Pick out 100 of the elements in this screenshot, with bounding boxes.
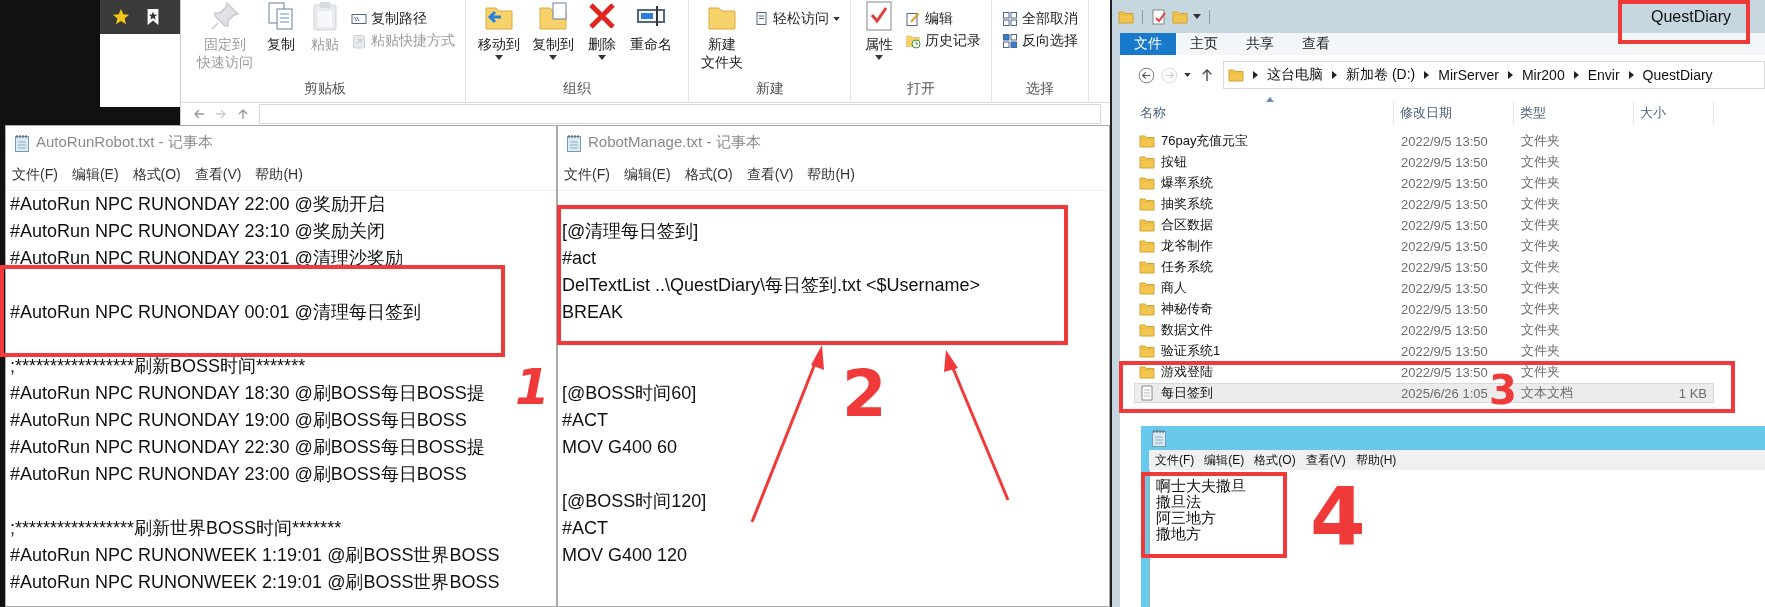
ribbon-tab[interactable]: 查看 <box>1288 33 1344 55</box>
document-icon[interactable] <box>1151 8 1167 25</box>
ribbon-button[interactable]: 反向选择 <box>1000 32 1080 50</box>
ribbon-button[interactable]: 编辑 <box>903 10 983 28</box>
ribbon-button[interactable]: 属性 <box>859 0 899 60</box>
file-row[interactable]: 按钮 2022/9/5 13:50 文件夹 <box>1134 152 1714 172</box>
text-line: #AutoRun NPC RUNONDAY 19:00 @刷BOSS每日BOSS <box>10 409 467 432</box>
ribbon-button[interactable]: 删除 <box>582 0 622 60</box>
breadcrumb-item[interactable]: 新加卷 (D:) <box>1346 66 1416 84</box>
menu-item[interactable]: 文件(F) <box>564 165 610 184</box>
file-name: 神秘传奇 <box>1161 300 1213 318</box>
chevron-icon[interactable] <box>1573 71 1579 79</box>
file-row[interactable]: 验证系统1 2022/9/5 13:50 文件夹 <box>1134 341 1714 361</box>
file-name: 龙爷制作 <box>1161 237 1213 255</box>
caret-icon <box>1193 14 1201 19</box>
menu-item[interactable]: 查看(V) <box>194 165 242 184</box>
ribbon-button[interactable]: 轻松访问 <box>751 10 842 28</box>
file-row[interactable]: 数据文件 2022/9/5 13:50 文件夹 <box>1134 320 1714 340</box>
pushpin-icon <box>209 0 241 32</box>
menu-item[interactable]: 帮助(H) <box>807 165 855 184</box>
breadcrumb-item[interactable]: 这台电脑 <box>1267 66 1323 84</box>
text-line: #AutoRun NPC RUNONDAY 23:10 @奖励关闭 <box>10 220 385 243</box>
modified-date: 2022/9/5 13:50 <box>1400 217 1489 233</box>
file-row[interactable]: 抽奖系统 2022/9/5 13:50 文件夹 <box>1134 194 1714 214</box>
folder-icon <box>1139 259 1155 275</box>
text-line: #AutoRun NPC RUNONDAY 22:00 @奖励开启 <box>10 193 385 216</box>
file-type: 文件夹 <box>1520 216 1561 234</box>
ribbon-button[interactable]: 复制到 <box>528 0 578 60</box>
document-icon <box>753 11 769 27</box>
text-line: [@BOSS时间120] <box>562 490 707 513</box>
column-header[interactable]: 大小 <box>1634 101 1714 125</box>
file-row[interactable]: 76pay充值元宝 2022/9/5 13:50 文件夹 <box>1134 131 1714 151</box>
ribbon-button[interactable]: 重命名 <box>626 0 676 53</box>
ribbon-button[interactable]: 新建 文件夹 <box>697 0 747 71</box>
ribbon-tab[interactable]: 共享 <box>1232 33 1288 55</box>
caret-icon <box>875 55 883 60</box>
ribbon-tab[interactable]: 主页 <box>1176 33 1232 55</box>
folder-icon <box>1228 67 1244 83</box>
grid-icon <box>1002 11 1018 27</box>
file-type: 文件夹 <box>1520 258 1561 276</box>
notepad-icon <box>1151 429 1167 447</box>
folder-icon <box>1139 343 1155 359</box>
breadcrumb-item[interactable]: MirServer <box>1438 67 1499 83</box>
address-bar[interactable]: 这台电脑 新加卷 (D:) MirServer Mir200 Envir QuestDiary <box>1223 61 1765 89</box>
ribbon-button[interactable]: 移动到 <box>474 0 524 60</box>
text-line: [@BOSS时间60] <box>562 382 697 405</box>
folder-icon <box>1139 154 1155 170</box>
folder-icon <box>1118 8 1134 25</box>
menu-item[interactable]: 格式(O) <box>1254 451 1296 469</box>
annotation-number: 1 <box>515 362 550 412</box>
folder-icon <box>1139 301 1155 317</box>
file-row[interactable]: 神秘传奇 2022/9/5 13:50 文件夹 <box>1134 299 1714 319</box>
menu-item[interactable]: 查看(V) <box>746 165 794 184</box>
column-header[interactable]: 修改日期 <box>1394 101 1514 125</box>
ribbon-button[interactable]: 复制 <box>261 0 301 53</box>
ribbon-group-label: 组织 <box>562 80 592 98</box>
file-row[interactable]: 龙爷制作 2022/9/5 13:50 文件夹 <box>1134 236 1714 256</box>
annotation-number: 2 <box>842 362 887 426</box>
chevron-icon[interactable] <box>1507 71 1513 79</box>
menu-item[interactable]: 文件(F) <box>12 165 58 184</box>
file-row[interactable]: 任务系统 2022/9/5 13:50 文件夹 <box>1134 257 1714 277</box>
chevron-icon[interactable] <box>1253 71 1258 79</box>
menu-item[interactable]: 编辑(E) <box>1204 451 1245 469</box>
ribbon-button[interactable]: 全部取消 <box>1000 10 1080 28</box>
ribbon-button[interactable]: 历史记录 <box>903 32 983 50</box>
file-row[interactable]: 爆率系统 2022/9/5 13:50 文件夹 <box>1134 173 1714 193</box>
column-header[interactable]: 类型 <box>1514 101 1634 125</box>
text-line: #act <box>562 247 597 270</box>
menu-item[interactable]: 编辑(E) <box>71 165 119 184</box>
chevron-icon[interactable] <box>1332 71 1337 79</box>
notepad-icon <box>14 133 30 152</box>
breadcrumb-item[interactable]: Mir200 <box>1521 67 1565 83</box>
annotation-number: 4 <box>1310 478 1366 558</box>
text-line: ;*****************刷新世界BOSS时间******* <box>10 517 342 540</box>
menu-item[interactable]: 文件(F) <box>1155 451 1195 469</box>
ribbon-group-label: 选择 <box>1025 80 1055 98</box>
ribbon-button[interactable]: 复制路径 <box>349 10 457 28</box>
menu-item[interactable]: 格式(O) <box>684 165 733 184</box>
modified-date: 2022/9/5 13:50 <box>1400 133 1489 149</box>
grid-icon <box>1002 33 1018 49</box>
menu-item[interactable]: 编辑(E) <box>623 165 671 184</box>
caret-icon <box>495 55 503 60</box>
menu-item[interactable]: 帮助(H) <box>1355 451 1397 469</box>
file-menu-tab[interactable]: 文件 <box>1120 33 1176 55</box>
star-icon[interactable] <box>112 8 130 26</box>
file-name: 数据文件 <box>1161 321 1213 339</box>
breadcrumb-item[interactable]: QuestDiary <box>1642 67 1713 83</box>
up-arrow-icon[interactable] <box>1201 68 1213 82</box>
file-name: 每日签到 <box>1161 384 1213 402</box>
chevron-icon[interactable] <box>1628 71 1634 79</box>
ribbon-group-label: 打开 <box>906 80 936 98</box>
menu-item[interactable]: 帮助(H) <box>255 165 303 184</box>
file-name: 76pay充值元宝 <box>1161 132 1249 150</box>
breadcrumb-item[interactable]: Envir <box>1587 67 1620 83</box>
file-row[interactable]: 合区数据 2022/9/5 13:50 文件夹 <box>1134 215 1714 235</box>
menu-item[interactable]: 格式(O) <box>132 165 181 184</box>
folder-icon <box>1139 322 1155 338</box>
chevron-icon[interactable] <box>1424 71 1430 79</box>
menu-item[interactable]: 查看(V) <box>1305 451 1346 469</box>
file-row[interactable]: 商人 2022/9/5 13:50 文件夹 <box>1134 278 1714 298</box>
